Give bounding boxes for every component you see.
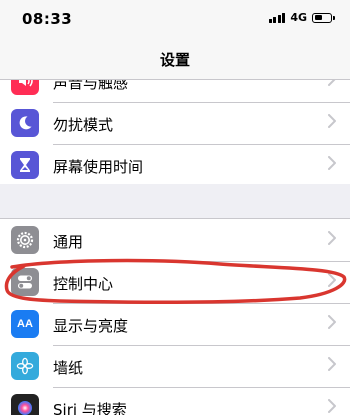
settings-item-label: 通用 [53,233,84,251]
settings-item-label: 勿扰模式 [53,116,114,134]
settings-item-label: Siri 与搜索 [53,401,127,415]
settings-item-label: 屏幕使用时间 [53,158,144,176]
settings-group-top: 声音与触感 勿扰模式 屏幕使用时间 [0,80,350,184]
status-indicators: 4G [268,11,335,24]
settings-item-do-not-disturb[interactable]: 勿扰模式 [0,102,350,144]
page-title: 设置 [159,51,190,69]
chevron-right-icon [328,156,336,170]
gear-icon [11,226,39,254]
settings-item-label: 墙纸 [53,359,84,377]
toggles-icon [11,268,39,296]
status-time: 08:33 [22,10,73,28]
nav-bar: 设置 [0,34,350,80]
settings-item-display-brightness[interactable]: AA 显示与亮度 [0,303,350,345]
signal-icon [268,12,286,23]
settings-item-sounds[interactable]: 声音与触感 [0,80,350,102]
chevron-right-icon [328,357,336,371]
settings-item-control-center[interactable]: 控制中心 [0,261,350,303]
settings-item-label: 显示与亮度 [53,317,129,335]
siri-icon [11,394,39,415]
settings-item-general[interactable]: 通用 [0,219,350,261]
settings-item-label: 控制中心 [53,275,114,293]
hourglass-icon [11,151,39,179]
speaker-icon [11,80,39,95]
status-bar: 08:33 4G [0,0,350,34]
network-type: 4G [290,11,307,24]
chevron-right-icon [328,80,336,86]
chevron-right-icon [328,114,336,128]
aa-icon: AA [11,310,39,338]
settings-item-wallpaper[interactable]: 墙纸 [0,345,350,387]
moon-icon [11,109,39,137]
settings-item-label: 声音与触感 [53,80,129,92]
chevron-right-icon [328,399,336,413]
settings-item-screen-time[interactable]: 屏幕使用时间 [0,144,350,184]
settings-item-siri-search[interactable]: Siri 与搜索 [0,387,350,415]
chevron-right-icon [328,315,336,329]
chevron-right-icon [328,273,336,287]
chevron-right-icon [328,231,336,245]
battery-icon [312,12,335,23]
settings-group-bottom: 通用 控制中心 AA 显示与亮度 墙纸 Siri 与搜索 [0,218,350,415]
flower-icon [11,352,39,380]
